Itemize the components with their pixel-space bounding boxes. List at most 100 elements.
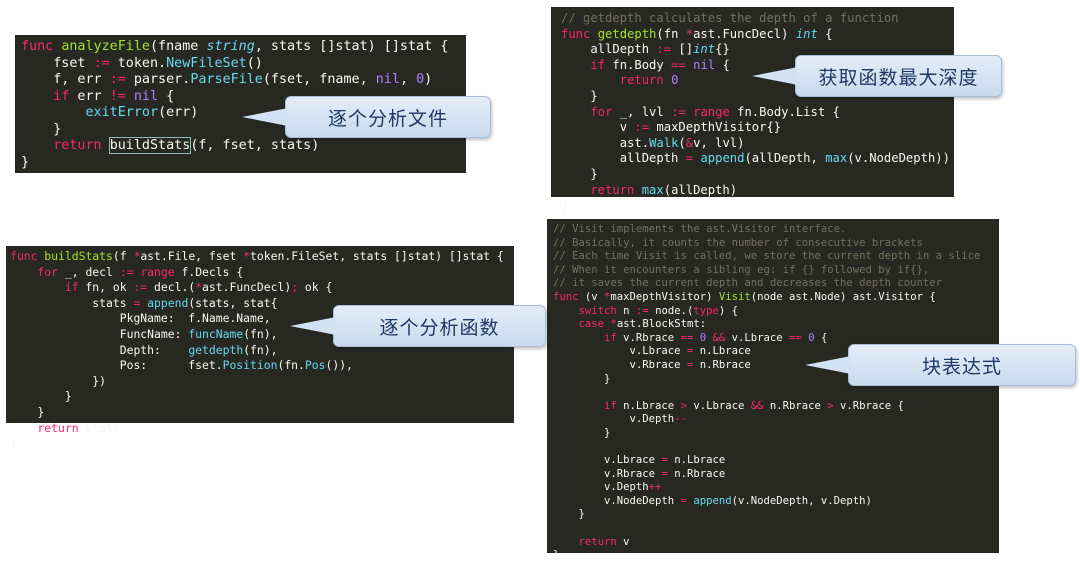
code-text: _, lvl: [612, 104, 672, 119]
code-text: n.Rbrace: [763, 399, 828, 412]
code-text: v: [616, 535, 630, 548]
code-line: }: [10, 436, 514, 452]
code-text: ): [424, 72, 433, 87]
builtin-call: append: [693, 494, 732, 507]
code-line: return max(allDepth): [561, 183, 954, 199]
keyword: return: [553, 535, 617, 548]
function-name: Visit: [718, 290, 751, 303]
builtin-call: funcName: [188, 326, 244, 341]
code-line: }: [553, 508, 999, 522]
comment: // Basically, it counts the number of co…: [553, 236, 923, 249]
code-line: case *ast.BlockStmt:: [553, 318, 999, 332]
code-text: f.Decls {: [174, 264, 244, 279]
code-text: (node ast.Node) ast.Visitor {: [750, 290, 936, 303]
operator: :=: [133, 280, 148, 295]
operator: &&: [712, 331, 726, 344]
code-text: fset: [21, 55, 94, 71]
keyword: range: [133, 264, 175, 279]
code-line: }: [553, 549, 999, 563]
operator: *: [685, 26, 694, 41]
comment: // Each time Visit is called, we store t…: [553, 250, 981, 263]
code-line: Pos: fset.Position(fn.Pos()),: [10, 358, 514, 374]
code-text: maxDepthVisitor): [610, 290, 719, 303]
code-text: v.Rbrace: [553, 358, 687, 371]
keyword: if: [10, 280, 79, 295]
literal: nil: [693, 57, 716, 72]
code-text: decl.(: [147, 280, 196, 295]
code-text: }: [553, 372, 611, 385]
keyword: func: [21, 39, 62, 54]
code-text: fn.Body.List {: [729, 104, 840, 119]
type-name: int: [693, 42, 716, 57]
keyword: if: [553, 331, 617, 344]
callout-get-depth: 获取函数最大深度: [752, 55, 1002, 97]
comment: // it saves the current depth and decrea…: [553, 277, 943, 290]
code-line: // When it encounters a sibling eg: if {…: [553, 264, 999, 278]
code-text: v.Rbrace {: [833, 399, 904, 412]
operator: ++: [648, 481, 662, 494]
code-text: }: [21, 121, 62, 137]
code-text: allDepth: [561, 42, 657, 57]
code-text: v.Rbrace: [616, 331, 681, 344]
code-text: token.: [109, 55, 167, 71]
code-text: (fn: [656, 26, 686, 41]
code-text: _, decl: [58, 264, 120, 279]
code-text: stats: [10, 295, 134, 310]
code-text: (v.NodeDepth, v.Depth): [731, 494, 872, 507]
keyword: return: [561, 73, 664, 88]
callout-analyze-file: 逐个分析文件: [242, 96, 491, 138]
comment: // When it encounters a sibling eg: if {…: [553, 263, 930, 276]
code-text: }): [10, 373, 107, 388]
builtin-call: Position: [222, 358, 278, 373]
highlighted-symbol: buildStats: [108, 137, 192, 154]
builtin-call: ParseFile: [190, 72, 263, 87]
code-line: switch n := node.(type) {: [553, 305, 999, 319]
builtin-call: append: [700, 151, 745, 166]
code-text: (v: [578, 290, 605, 303]
keyword: if: [553, 399, 617, 412]
code-text: {: [158, 88, 175, 104]
code-line: // Basically, it counts the number of co…: [553, 237, 999, 251]
code-text: v.Depth: [553, 413, 675, 426]
code-text: v.Lbrace: [553, 454, 662, 467]
code-line: ast.Walk(&v, lvl): [561, 136, 954, 152]
code-line: }: [21, 155, 466, 172]
code-text: allDepth: [561, 151, 686, 166]
comment: // Visit implements the ast.Visitor inte…: [553, 223, 847, 235]
code-line: func analyzeFile(fname string, stats []s…: [21, 39, 466, 56]
code-line: if fn, ok := decl.(*ast.FuncDecl); ok {: [10, 280, 514, 296]
code-text: (fn.: [277, 358, 305, 373]
code-text: maxDepthVisitor{}: [649, 120, 782, 135]
keyword: if: [561, 57, 606, 72]
code-text: (fname: [150, 39, 207, 54]
code-text: []: [671, 42, 694, 57]
code-text: ok {: [298, 280, 333, 295]
callout-pointer-icon: [805, 356, 851, 374]
code-panel-visit: // Visit implements the ast.Visitor inte…: [547, 219, 999, 561]
code-line: // it saves the current depth and decrea…: [553, 277, 999, 291]
code-text: (allDepth,: [744, 151, 826, 166]
code-text: parser.: [125, 72, 191, 87]
operator: !=: [109, 88, 126, 104]
keyword: func: [553, 290, 579, 303]
literal: nil: [375, 72, 400, 87]
code-text: n.Rbrace: [667, 467, 726, 480]
code-text: n.Lbrace: [667, 454, 726, 467]
operator: =: [685, 151, 694, 166]
code-line: // Each time Visit is called, we store t…: [553, 250, 999, 264]
keyword: switch: [553, 304, 617, 317]
code-text: (fn),: [243, 326, 278, 341]
code-text: v.Depth: [553, 481, 649, 494]
builtin-call: NewFileSet: [166, 55, 247, 71]
code-text: Depth:: [10, 342, 189, 357]
callout-label: 逐个分析文件: [327, 107, 448, 130]
code-text: (v.NodeDepth)): [847, 151, 950, 166]
operator: :=: [634, 120, 650, 135]
code-line: func buildStats(f *ast.File, fset *token…: [10, 249, 514, 265]
code-text: }: [561, 198, 569, 213]
